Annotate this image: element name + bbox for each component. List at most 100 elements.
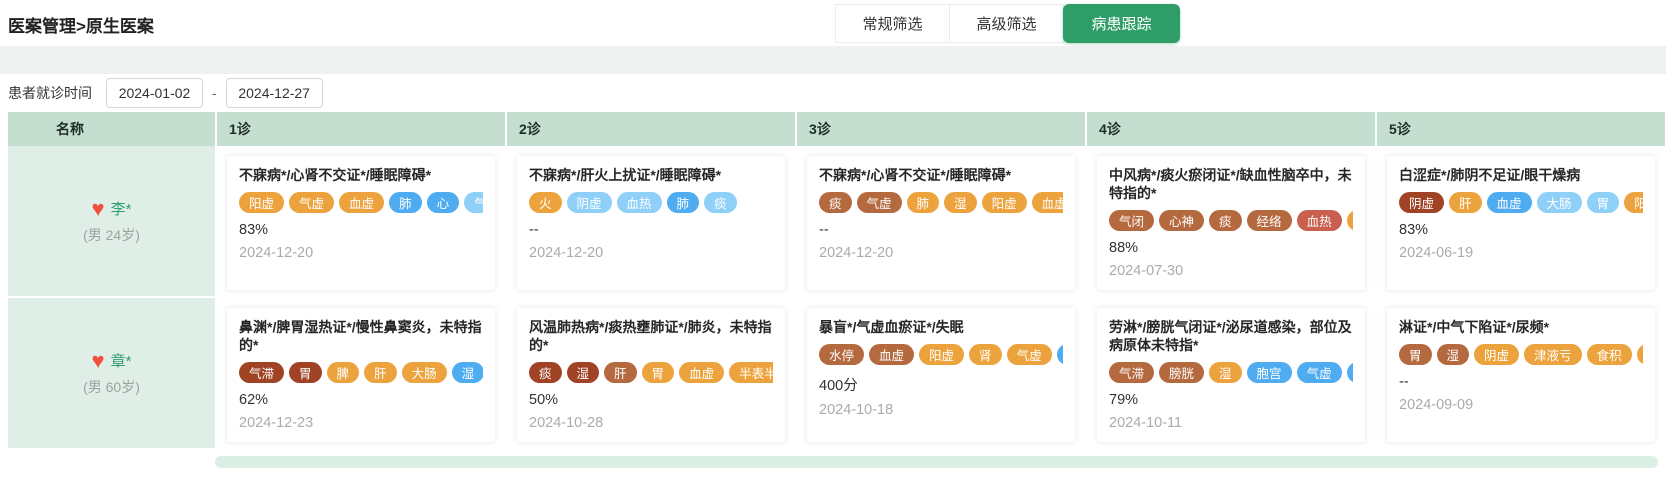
diagnosis-tag: 胞宫 <box>1247 362 1292 383</box>
diagnosis-tag: 津液亏 <box>1524 344 1582 365</box>
diagnosis-tag: 血热 <box>617 192 662 213</box>
diagnosis-tag: 痰 <box>1209 210 1242 231</box>
visit-cell: 中风病*/痰火瘀闭证*/缺血性脑卒中，未特指的*气闭心神痰经络血热动风88%20… <box>1085 146 1375 298</box>
diagnosis-tag: 胃 <box>642 362 675 383</box>
tag-list: 胃湿阴虚津液亏食积气虚 <box>1399 344 1643 365</box>
diagnosis-tag: 肝 <box>1449 192 1482 213</box>
match-score: -- <box>819 222 1063 238</box>
diagnosis-tag: 阴虚 <box>1474 344 1519 365</box>
tag-list: 痰湿肝胃血虚半表半里 <box>529 362 773 383</box>
tag-list: 气滞膀胱湿胞宫气虚大肠 <box>1109 362 1353 383</box>
case-table: 名称 1诊 2诊 3诊 4诊 5诊 ♥李*(男 24岁)不寐病*/心肾不交证*/… <box>8 112 1665 450</box>
visit-card[interactable]: 不寐病*/心肾不交证*/睡眠障碍*痰气虚肺湿阳虚血虚--2024-12-20 <box>807 156 1075 290</box>
visit-card[interactable]: 劳淋*/膀胱气闭证*/泌尿道感染，部位及病原体未特指* 气滞膀胱湿胞宫气虚大肠 79… <box>1097 308 1365 442</box>
visit-cell: 暴盲*/气虚血瘀证*/失眠水停血虚阳虚肾气虚痰400分2024-10-18 <box>795 298 1085 450</box>
match-score: 79% <box>1109 392 1353 408</box>
diagnosis-tag: 火 <box>529 192 562 213</box>
diagnosis-tag: 半表半里 <box>729 362 773 383</box>
diagnosis-tag: 血虚 <box>1032 192 1063 213</box>
visit-card[interactable]: 中风病*/痰火瘀闭证*/缺血性脑卒中，未特指的*气闭心神痰经络血热动风88%20… <box>1097 156 1365 290</box>
visit-date: 2024-10-28 <box>529 415 773 431</box>
patient-name[interactable]: 章* <box>111 350 132 371</box>
diagnosis-tag: 肺 <box>907 192 940 213</box>
diagnosis-tag: 血虚 <box>1487 192 1532 213</box>
visit-card[interactable]: 不寐病*/肝火上扰证*/睡眠障碍*火阴虚血热肺痰--2024-12-20 <box>517 156 785 290</box>
date-start-input[interactable] <box>106 78 203 108</box>
filter-tab-group: 常规筛选 高级筛选 病患跟踪 <box>835 4 1180 43</box>
top-bar: 医案管理>原生医案 常规筛选 高级筛选 病患跟踪 <box>0 0 1666 46</box>
diagnosis-tag: 血热 <box>1297 210 1342 231</box>
visit-cell: 不寐病*/心肾不交证*/睡眠障碍*痰气虚肺湿阳虚血虚--2024-12-20 <box>795 146 1085 298</box>
diagnosis-tag: 痰 <box>704 192 737 213</box>
tag-list: 气闭心神痰经络血热动风 <box>1109 210 1353 231</box>
date-end-input[interactable] <box>226 78 323 108</box>
visit-cell: 白涩症*/肺阴不足证/眼干燥病阴虚肝血虚大肠胃阳亢83%2024-06-19 <box>1375 146 1665 298</box>
header-cell-name: 名称 <box>8 112 215 146</box>
diagnosis-tag: 气滞 <box>239 362 284 383</box>
match-score: 62% <box>239 392 483 408</box>
visit-title: 淋证*/中气下陷证*/尿频* <box>1399 318 1643 336</box>
filter-tab-regular[interactable]: 常规筛选 <box>835 4 950 43</box>
visit-card[interactable]: 鼻渊*/脾胃湿热证*/慢性鼻窦炎，未特指的*气滞胃脾肝大肠湿上焦62%2024-… <box>227 308 495 442</box>
visit-title: 中风病*/痰火瘀闭证*/缺血性脑卒中，未特指的* <box>1109 166 1353 202</box>
visit-date: 2024-12-20 <box>819 245 1063 261</box>
visit-title: 白涩症*/肺阴不足证/眼干燥病 <box>1399 166 1643 184</box>
diagnosis-tag: 湿 <box>944 192 977 213</box>
filter-tab-advanced[interactable]: 高级筛选 <box>949 4 1064 43</box>
patient-name[interactable]: 李* <box>111 198 132 219</box>
diagnosis-tag: 痰 <box>1057 344 1063 365</box>
breadcrumb: 医案管理>原生医案 <box>8 12 154 37</box>
header-cell-visit-2: 2诊 <box>505 112 795 146</box>
visit-card[interactable]: 淋证*/中气下陷证*/尿频*胃湿阴虚津液亏食积气虚--2024-09-09 <box>1387 308 1655 442</box>
visit-card[interactable]: 风温肺热病*/痰热壅肺证*/肺炎，未特指的* 痰湿肝胃血虚半表半里 50% 2024-… <box>517 308 785 442</box>
diagnosis-tag: 湿 <box>1209 362 1242 383</box>
diagnosis-tag: 大肠 <box>1347 362 1353 383</box>
visit-date-label: 患者就诊时间 <box>8 83 92 103</box>
date-filter-bar: 患者就诊时间 - <box>0 74 1666 112</box>
match-score: 83% <box>1399 222 1643 238</box>
header-cell-visit-5: 5诊 <box>1375 112 1665 146</box>
visit-title: 风温肺热病*/痰热壅肺证*/肺炎，未特指的* <box>529 318 773 354</box>
diagnosis-tag: 湿 <box>1437 344 1470 365</box>
visit-card[interactable]: 不寐病*/心肾不交证*/睡眠障碍*阳虚气虚血虚肺心气滞83%2024-12-20 <box>227 156 495 290</box>
diagnosis-tag: 血虚 <box>869 344 914 365</box>
visit-cell: 劳淋*/膀胱气闭证*/泌尿道感染，部位及病原体未特指* 气滞膀胱湿胞宫气虚大肠 79… <box>1085 298 1375 450</box>
table-header-row: 名称 1诊 2诊 3诊 4诊 5诊 <box>8 112 1665 146</box>
diagnosis-tag: 肝 <box>364 362 397 383</box>
table-row: ♥李*(男 24岁)不寐病*/心肾不交证*/睡眠障碍*阳虚气虚血虚肺心气滞83%… <box>8 146 1665 298</box>
diagnosis-tag: 阳虚 <box>239 192 284 213</box>
table-body: ♥李*(男 24岁)不寐病*/心肾不交证*/睡眠障碍*阳虚气虚血虚肺心气滞83%… <box>8 146 1665 450</box>
diagnosis-tag: 气滞 <box>1109 362 1154 383</box>
diagnosis-tag: 食积 <box>1587 344 1632 365</box>
horizontal-scrollbar[interactable] <box>215 456 1658 468</box>
header-cell-visit-4: 4诊 <box>1085 112 1375 146</box>
visit-date: 2024-06-19 <box>1399 245 1643 261</box>
diagnosis-tag: 气虚 <box>1637 344 1643 365</box>
visit-cell: 不寐病*/肝火上扰证*/睡眠障碍*火阴虚血热肺痰--2024-12-20 <box>505 146 795 298</box>
visit-title: 暴盲*/气虚血瘀证*/失眠 <box>819 318 1063 336</box>
favorite-heart-icon[interactable]: ♥ <box>92 350 105 372</box>
patient-cell: ♥ 章* (男 60岁) <box>8 298 215 450</box>
match-score: 400分 <box>819 374 1063 395</box>
diagnosis-tag: 气虚 <box>289 192 334 213</box>
diagnosis-tag: 胃 <box>289 362 322 383</box>
diagnosis-tag: 水停 <box>819 344 864 365</box>
visit-title: 劳淋*/膀胱气闭证*/泌尿道感染，部位及病原体未特指* <box>1109 318 1353 354</box>
table-row: ♥ 章* (男 60岁) 鼻渊*/脾胃湿热证*/慢性鼻窦炎，未特指的*气滞胃脾肝大肠湿… <box>8 298 1665 450</box>
diagnosis-tag: 气虚 <box>857 192 902 213</box>
filter-tab-patient-tracking[interactable]: 病患跟踪 <box>1063 4 1180 43</box>
visit-card[interactable]: 白涩症*/肺阴不足证/眼干燥病阴虚肝血虚大肠胃阳亢83%2024-06-19 <box>1387 156 1655 290</box>
diagnosis-tag: 肺 <box>667 192 700 213</box>
diagnosis-tag: 痰 <box>819 192 852 213</box>
favorite-heart-icon[interactable]: ♥ <box>92 198 105 220</box>
match-score: 50% <box>529 392 773 408</box>
visit-date: 2024-07-30 <box>1109 263 1353 279</box>
diagnosis-tag: 气滞 <box>464 192 483 213</box>
header-cell-visit-3: 3诊 <box>795 112 1085 146</box>
diagnosis-tag: 气闭 <box>1109 210 1154 231</box>
patient-meta: (男 60岁) <box>83 377 140 397</box>
diagnosis-tag: 胃 <box>1399 344 1432 365</box>
diagnosis-tag: 脾 <box>327 362 360 383</box>
diagnosis-tag: 气虚 <box>1007 344 1052 365</box>
visit-card[interactable]: 暴盲*/气虚血瘀证*/失眠水停血虚阳虚肾气虚痰400分2024-10-18 <box>807 308 1075 442</box>
